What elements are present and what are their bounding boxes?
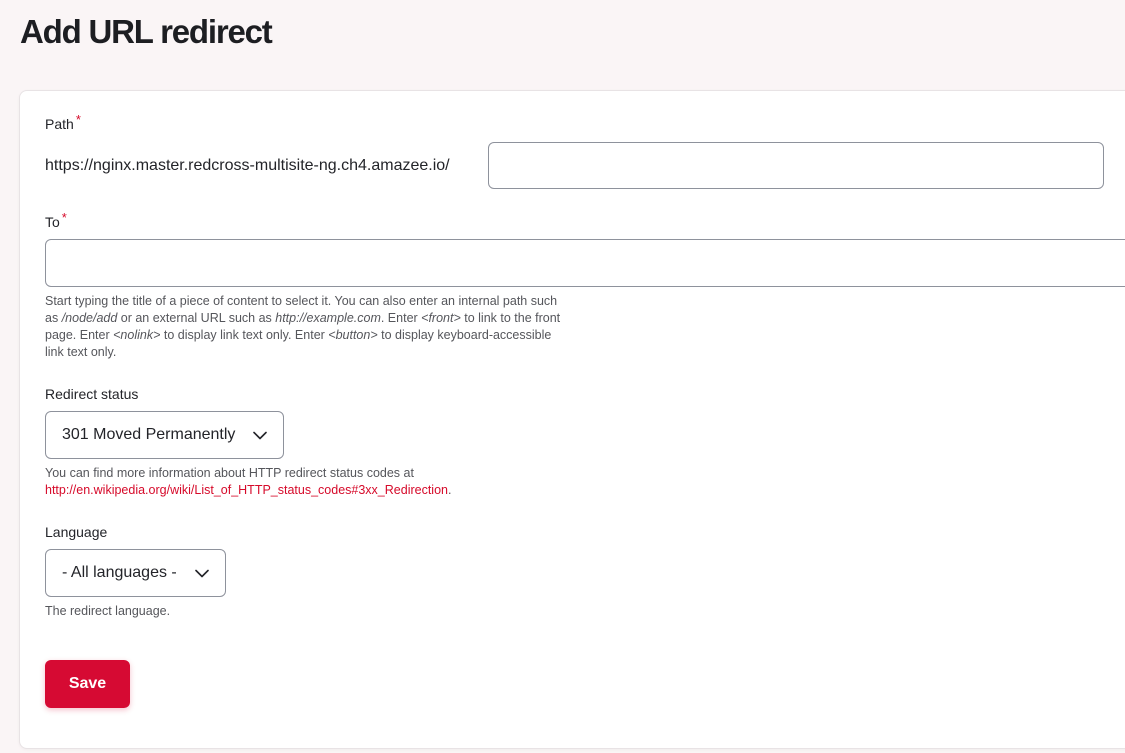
path-prefix: https://nginx.master.redcross-multisite-… xyxy=(45,157,450,174)
to-help-text: Start typing the title of a piece of con… xyxy=(45,294,561,359)
language-value: - All languages - xyxy=(62,564,177,581)
required-marker: * xyxy=(61,210,67,225)
status-codes-link[interactable]: http://en.wikipedia.org/wiki/List_of_HTT… xyxy=(45,483,448,497)
redirect-status-help: You can find more information about HTTP… xyxy=(45,466,452,497)
to-input[interactable] xyxy=(45,239,1125,287)
redirect-status-value: 301 Moved Permanently xyxy=(62,426,236,443)
redirect-status-select[interactable]: 301 Moved Permanently xyxy=(45,411,284,459)
language-select[interactable]: - All languages - xyxy=(45,549,226,597)
path-input[interactable] xyxy=(488,142,1104,189)
language-label: Language xyxy=(45,524,108,540)
path-label: Path * xyxy=(45,112,81,134)
chevron-down-icon xyxy=(195,566,209,580)
save-button[interactable]: Save xyxy=(45,660,130,708)
path-label-text: Path xyxy=(45,116,74,132)
redirect-status-label: Redirect status xyxy=(45,386,139,402)
redirect-form: Path * https://nginx.master.redcross-mult… xyxy=(19,90,1125,749)
required-marker: * xyxy=(75,112,81,127)
page-title: Add URL redirect xyxy=(20,13,273,50)
chevron-down-icon xyxy=(253,428,267,442)
to-label: To * xyxy=(45,210,67,232)
to-label-text: To xyxy=(45,214,60,230)
language-help: The redirect language. xyxy=(45,604,171,618)
